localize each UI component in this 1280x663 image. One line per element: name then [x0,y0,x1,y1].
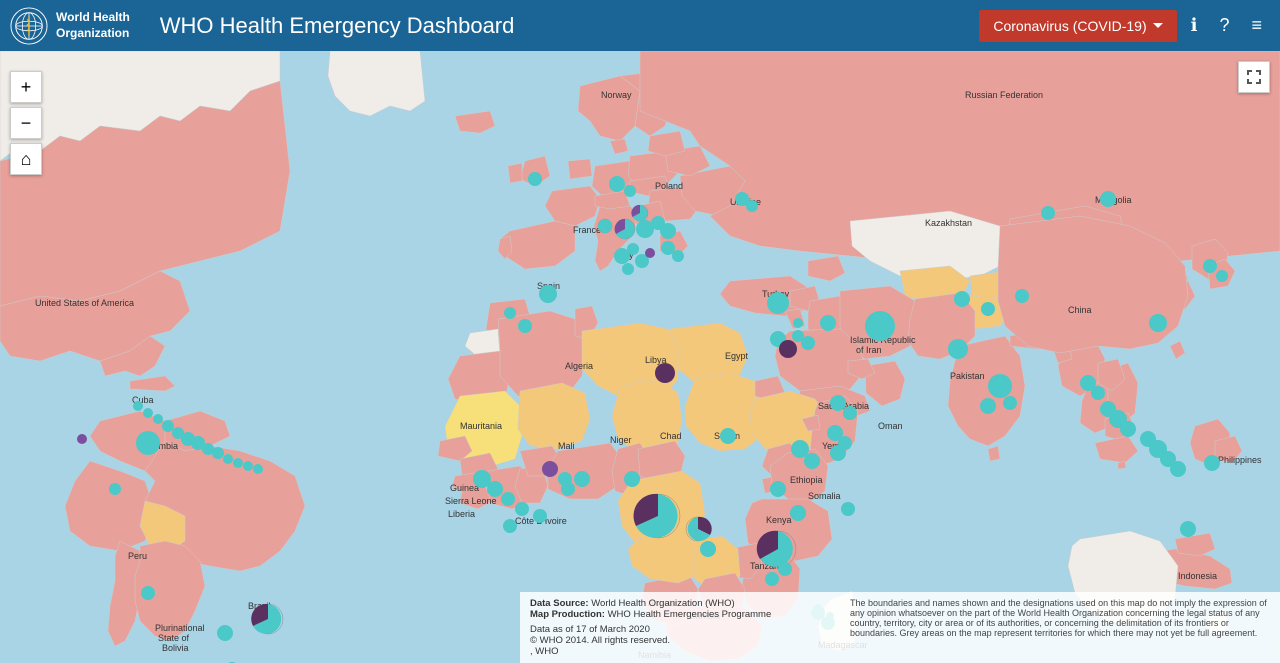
map-container[interactable]: Russian Federation Norway Poland France … [0,51,1280,663]
svg-text:of Iran: of Iran [856,345,882,355]
svg-text:Sierra Leone: Sierra Leone [445,496,497,506]
zoom-in-button[interactable]: + [10,71,42,103]
data-source-line: Data Source: World Health Organization (… [530,598,830,609]
svg-text:Mali: Mali [558,441,575,451]
svg-text:Algeria: Algeria [565,361,593,371]
fullscreen-button[interactable] [1238,61,1270,93]
svg-text:Oman: Oman [878,421,903,431]
svg-text:France: France [573,225,601,235]
app-header: World Health Organization WHO Health Eme… [0,0,1280,51]
fullscreen-icon [1246,69,1262,85]
map-footer: Data Source: World Health Organization (… [520,592,1280,663]
svg-text:State of: State of [158,633,190,643]
map-production-value: WHO Health Emergencies Programme [608,609,772,620]
dropdown-caret-icon [1153,23,1163,28]
svg-text:Indonesia: Indonesia [1178,571,1217,581]
map-controls: + − ⌂ [10,71,42,175]
logo-area: World Health Organization [0,7,140,45]
help-button[interactable]: ? [1211,11,1237,40]
home-button[interactable]: ⌂ [10,143,42,175]
footer-left: Data Source: World Health Organization (… [530,598,830,657]
svg-text:Guinea: Guinea [450,483,479,493]
svg-text:Kazakhstan: Kazakhstan [925,218,972,228]
data-source-label: Data Source: [530,598,589,609]
svg-text:Somalia: Somalia [808,491,841,501]
svg-text:Peru: Peru [128,551,147,561]
data-source-value: World Health Organization (WHO) [591,598,734,609]
who-logo-icon [10,7,48,45]
svg-text:Bolivia: Bolivia [162,643,189,653]
header-controls: Coronavirus (COVID-19) ℹ ? ≡ [979,10,1280,42]
svg-text:Norway: Norway [601,90,632,100]
svg-text:Philippines: Philippines [1218,455,1262,465]
svg-text:Pakistan: Pakistan [950,371,985,381]
dashboard-title: WHO Health Emergency Dashboard [160,13,980,39]
org-name: World Health Organization [56,10,130,41]
svg-text:United States of America: United States of America [35,298,134,308]
svg-text:Chad: Chad [660,431,682,441]
copyright: © WHO 2014. All rights reserved. [530,635,830,646]
footer-disclaimer: The boundaries and names shown and the d… [850,598,1270,657]
world-map: Russian Federation Norway Poland France … [0,51,1280,663]
svg-text:Niger: Niger [610,435,632,445]
svg-text:Plurinational: Plurinational [155,623,205,633]
svg-text:Poland: Poland [655,181,683,191]
svg-text:Russian Federation: Russian Federation [965,90,1043,100]
zoom-out-button[interactable]: − [10,107,42,139]
svg-text:Egypt: Egypt [725,351,749,361]
info-button[interactable]: ℹ [1183,11,1206,40]
svg-text:Kenya: Kenya [766,515,792,525]
menu-button[interactable]: ≡ [1243,11,1270,40]
svg-text:Mauritania: Mauritania [460,421,502,431]
covid-dropdown-button[interactable]: Coronavirus (COVID-19) [979,10,1176,42]
map-production-label: Map Production: [530,609,605,620]
svg-text:Liberia: Liberia [448,509,475,519]
map-production-line: Map Production: WHO Health Emergencies P… [530,609,830,620]
who-label: , WHO [530,646,830,657]
date-note: Data as of 17 of March 2020 [530,624,830,635]
svg-text:China: China [1068,305,1092,315]
svg-text:Ethiopia: Ethiopia [790,475,823,485]
